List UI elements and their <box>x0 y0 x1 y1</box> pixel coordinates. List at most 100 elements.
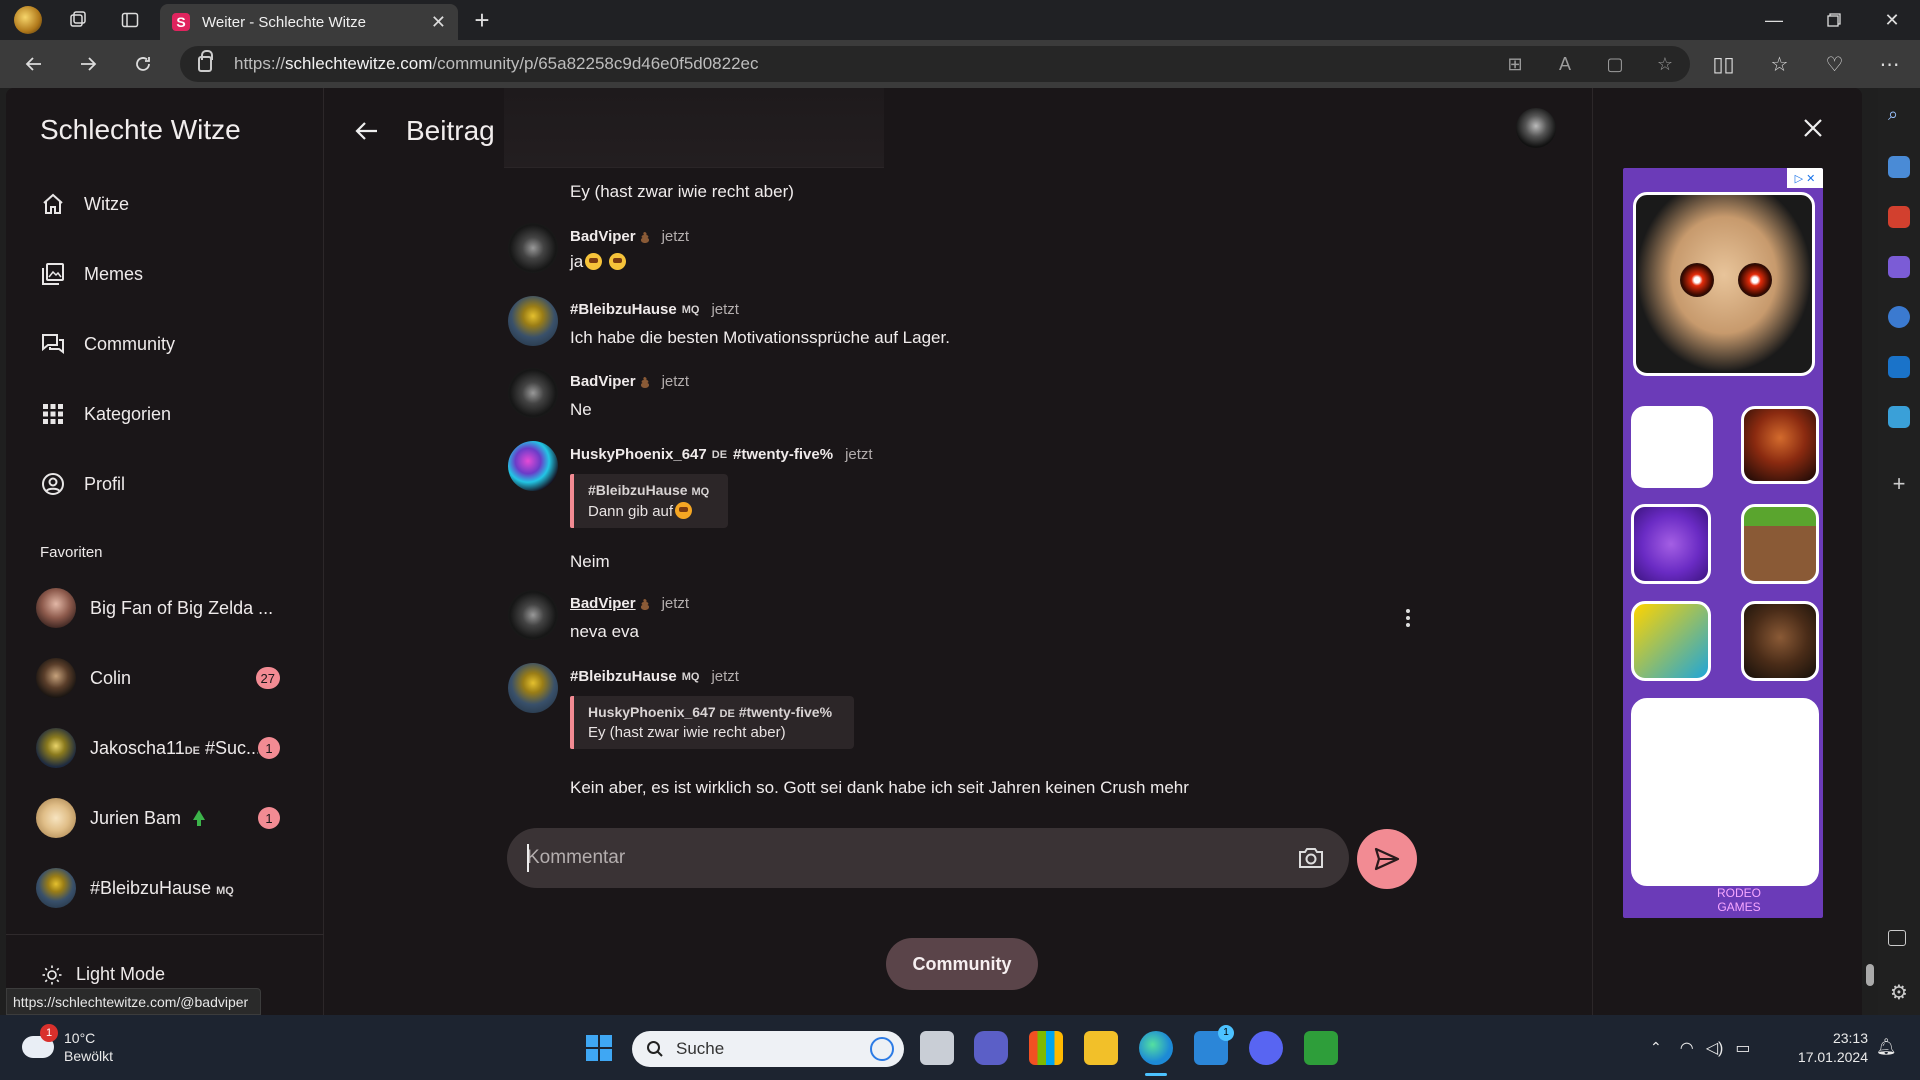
immersive-reader-icon[interactable]: ▢ <box>1590 54 1640 75</box>
send-to-phone-icon[interactable] <box>1888 406 1910 428</box>
file-explorer-icon[interactable] <box>1084 1031 1118 1065</box>
split-screen-icon[interactable]: ▯▯ <box>1696 40 1751 88</box>
ad-tile-grimace[interactable] <box>1631 504 1711 584</box>
sidebar-item-kategorien[interactable]: Kategorien <box>40 394 171 434</box>
lock-icon[interactable] <box>198 50 213 72</box>
settings-gear-icon[interactable]: ⚙ <box>1888 980 1910 1004</box>
minecraft-icon[interactable] <box>1304 1031 1338 1065</box>
page-scrollbar[interactable] <box>1862 88 1878 1015</box>
avatar[interactable] <box>508 296 558 346</box>
message-text: Kein aber, es ist wirklich so. Gott sei … <box>570 778 1189 797</box>
ad-tile-freddy[interactable] <box>1741 601 1819 681</box>
clock[interactable]: 23:13 17.01.2024 <box>1796 1029 1868 1067</box>
sidebar-item-community[interactable]: Community <box>40 324 175 364</box>
message-author[interactable]: #BleibzuHause <box>570 301 677 318</box>
sidebar-item-profil[interactable]: Profil <box>40 464 125 504</box>
battery-icon[interactable]: ▭ <box>1735 1038 1750 1058</box>
ad-tile-large-blank[interactable] <box>1631 698 1819 886</box>
favorites-icon[interactable]: ☆ <box>1752 40 1807 88</box>
search-icon[interactable]: ⌕ <box>1888 104 1910 126</box>
favorite-item[interactable]: Jakoscha11DE #Suc... 1 <box>36 726 296 770</box>
volume-icon[interactable]: ◁) <box>1706 1038 1724 1058</box>
light-mode-toggle[interactable]: Light Mode <box>42 964 165 985</box>
back-arrow-icon[interactable] <box>354 118 380 144</box>
task-view-icon[interactable] <box>920 1031 954 1065</box>
more-menu-icon[interactable]: ⋯ <box>1862 40 1917 88</box>
cloud-icon: 1 <box>22 1024 58 1058</box>
avatar[interactable] <box>508 663 558 713</box>
edge-icon[interactable] <box>1139 1031 1173 1065</box>
workspaces-icon[interactable] <box>58 0 98 40</box>
browser-essentials-icon[interactable]: ♡ <box>1807 40 1862 88</box>
sidebar-item-witze[interactable]: Witze <box>40 184 129 224</box>
ad-tile-baby-game[interactable] <box>1633 192 1815 376</box>
avatar[interactable] <box>508 368 558 418</box>
hide-sidebar-icon[interactable] <box>1888 930 1906 946</box>
active-tab[interactable]: S Weiter - Schlechte Witze ✕ <box>160 4 458 40</box>
site-brand[interactable]: Schlechte Witze <box>40 114 241 146</box>
reload-button[interactable] <box>121 42 165 86</box>
teams-icon[interactable] <box>974 1031 1008 1065</box>
user-avatar[interactable] <box>1516 108 1556 148</box>
comment-input[interactable] <box>527 828 1287 888</box>
mail-icon[interactable]: 1 <box>1194 1025 1234 1065</box>
chevron-up-icon[interactable]: ⌃ <box>1650 1039 1662 1056</box>
send-button[interactable] <box>1357 829 1417 889</box>
forward-button[interactable] <box>66 42 110 86</box>
favorite-item[interactable]: Colin 27 <box>36 656 296 700</box>
tools-icon[interactable] <box>1888 206 1910 228</box>
minimize-button[interactable]: — <box>1746 0 1802 40</box>
adchoices-badge[interactable]: ▷ ✕ <box>1787 168 1823 188</box>
windows-start-icon[interactable] <box>586 1035 612 1061</box>
ad-tile-geometry-dash[interactable] <box>1631 601 1711 681</box>
favorite-item[interactable]: Big Fan of Big Zelda ... <box>36 586 296 630</box>
weather-widget[interactable]: 1 10°C Bewölkt <box>22 1024 113 1065</box>
message-author[interactable]: #BleibzuHause <box>570 668 677 685</box>
tab-close-icon[interactable]: ✕ <box>431 12 446 33</box>
message-author[interactable]: BadViper <box>570 373 636 390</box>
browser-profile-button[interactable] <box>8 0 48 40</box>
ad-tile-blank[interactable] <box>1631 406 1713 488</box>
camera-icon[interactable] <box>1297 844 1325 872</box>
taskbar-search[interactable]: Suche <box>632 1031 904 1067</box>
ad-tile-minecraft[interactable] <box>1741 504 1819 584</box>
message-author[interactable]: BadViper <box>570 228 636 245</box>
quoted-reply[interactable]: #BleibzuHause MQ Dann gib auf <box>570 474 728 528</box>
restore-button[interactable] <box>1806 0 1862 40</box>
avatar[interactable] <box>508 590 558 640</box>
new-tab-button[interactable]: + <box>466 4 498 36</box>
more-options-icon[interactable] <box>1405 608 1411 628</box>
message-author[interactable]: BadViper <box>570 595 636 612</box>
community-button[interactable]: Community <box>886 938 1038 990</box>
bing-icon[interactable] <box>870 1037 894 1061</box>
message-time: jetzt <box>711 668 739 685</box>
back-button[interactable] <box>12 42 56 86</box>
close-icon[interactable] <box>1801 116 1825 140</box>
favorite-item[interactable]: Jurien Bam 1 <box>36 796 296 840</box>
favorite-item[interactable]: #BleibzuHause MQ <box>36 866 296 910</box>
outlook-icon[interactable] <box>1888 356 1910 378</box>
games-icon[interactable] <box>1888 256 1910 278</box>
app-available-icon[interactable]: ⊞ <box>1490 54 1540 75</box>
scrollbar-thumb[interactable] <box>1866 964 1874 986</box>
avatar[interactable] <box>508 223 558 273</box>
avatar[interactable] <box>508 441 558 491</box>
url-field[interactable]: https://schlechtewitze.com/community/p/6… <box>180 46 1690 82</box>
advertisement[interactable]: ▷ ✕ RODEO GAMES <box>1623 168 1823 918</box>
close-window-button[interactable]: ✕ <box>1864 0 1920 40</box>
sidebar-item-memes[interactable]: Memes <box>40 254 143 294</box>
message-author[interactable]: HuskyPhoenix_647 <box>570 446 707 463</box>
add-icon[interactable]: + <box>1888 473 1910 496</box>
tab-actions-icon[interactable] <box>110 0 150 40</box>
wifi-icon[interactable]: ◠ <box>1680 1038 1694 1058</box>
ad-tile-freddy-2[interactable] <box>1741 406 1819 484</box>
notifications-bell-icon[interactable]: 🔔︎ <box>1876 1037 1896 1057</box>
quoted-reply[interactable]: HuskyPhoenix_647 DE #twenty-five% Ey (ha… <box>570 696 854 749</box>
store-icon[interactable] <box>1029 1031 1063 1065</box>
shopping-tag-icon[interactable] <box>1888 156 1910 178</box>
microsoft365-icon[interactable] <box>1888 306 1910 328</box>
avatar <box>36 798 76 838</box>
read-aloud-icon[interactable]: A <box>1540 54 1590 75</box>
favorite-star-icon[interactable]: ☆ <box>1640 54 1690 75</box>
discord-icon[interactable] <box>1249 1031 1283 1065</box>
